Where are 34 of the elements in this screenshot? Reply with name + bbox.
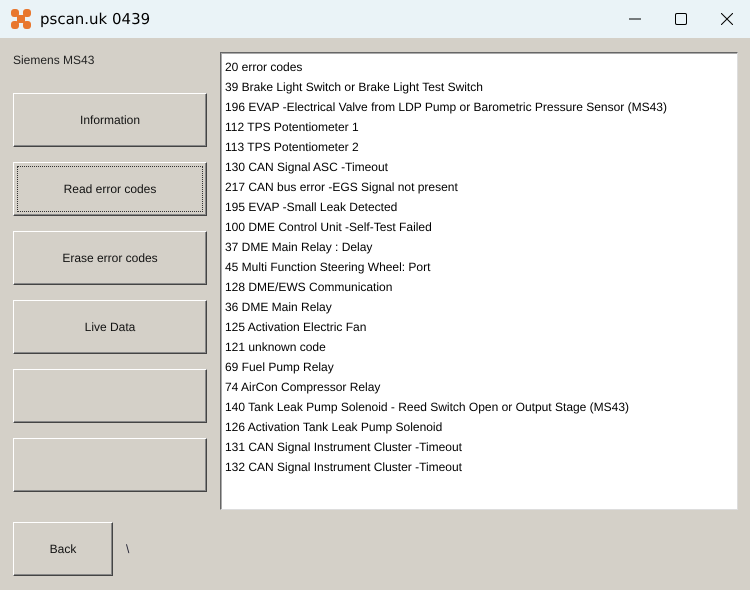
error-code-line: 20 error codes [225,59,304,76]
error-code-line: 125 Activation Electric Fan [225,319,368,336]
menu-button[interactable]: Live Data [13,300,207,354]
error-code-line: 195 EVAP -Small Leak Detected [225,199,398,216]
error-code-line: 126 Activation Tank Leak Pump Solenoid [225,419,444,436]
error-code-line: 121 unknown code [225,339,327,356]
error-code-line: 74 AirCon Compressor Relay [225,379,382,396]
error-code-line: 39 Brake Light Switch or Brake Light Test Switch [225,79,484,96]
error-code-line: 131 CAN Signal Instrument Cluster -Timeout [225,439,463,456]
ecu-label: Siemens MS43 [13,53,96,69]
menu-button[interactable]: Information [13,93,207,147]
error-code-line: 37 DME Main Relay : Delay [225,239,374,256]
error-code-line: 128 DME/EWS Communication [225,279,394,296]
error-code-line: 196 EVAP -Electrical Valve from LDP Pump or Barometric Pressure Sensor (MS43) [225,99,668,116]
status-text: \ [126,542,130,556]
app-logo-icon [10,8,32,30]
error-code-line: 69 Fuel Pump Relay [225,359,335,376]
error-code-line: 100 DME Control Unit -Self-Test Failed [225,219,433,236]
menu-button[interactable]: Read error codes [13,162,207,216]
error-code-line: 36 DME Main Relay [225,299,333,316]
error-code-line: 130 CAN Signal ASC -Timeout [225,159,389,176]
error-code-line: 112 TPS Potentiometer 1 [225,119,360,136]
menu-button[interactable]: Erase error codes [13,231,207,285]
close-icon[interactable] [721,13,733,25]
blank-button[interactable] [13,438,207,492]
error-code-line: 217 CAN bus error -EGS Signal not present [225,179,459,196]
maximize-icon[interactable] [675,13,687,25]
back-button[interactable]: Back [13,522,113,576]
error-code-line: 45 Multi Function Steering Wheel: Port [225,259,432,276]
blank-button[interactable] [13,369,207,423]
error-code-line: 132 CAN Signal Instrument Cluster -Timeout [225,459,463,476]
window-title: pscan.uk 0439 [40,10,152,28]
error-code-line: 113 TPS Potentiometer 2 [225,139,360,156]
error-code-line: 140 Tank Leak Pump Solenoid - Reed Switch Open or Output Stage (MS43) [225,399,630,416]
